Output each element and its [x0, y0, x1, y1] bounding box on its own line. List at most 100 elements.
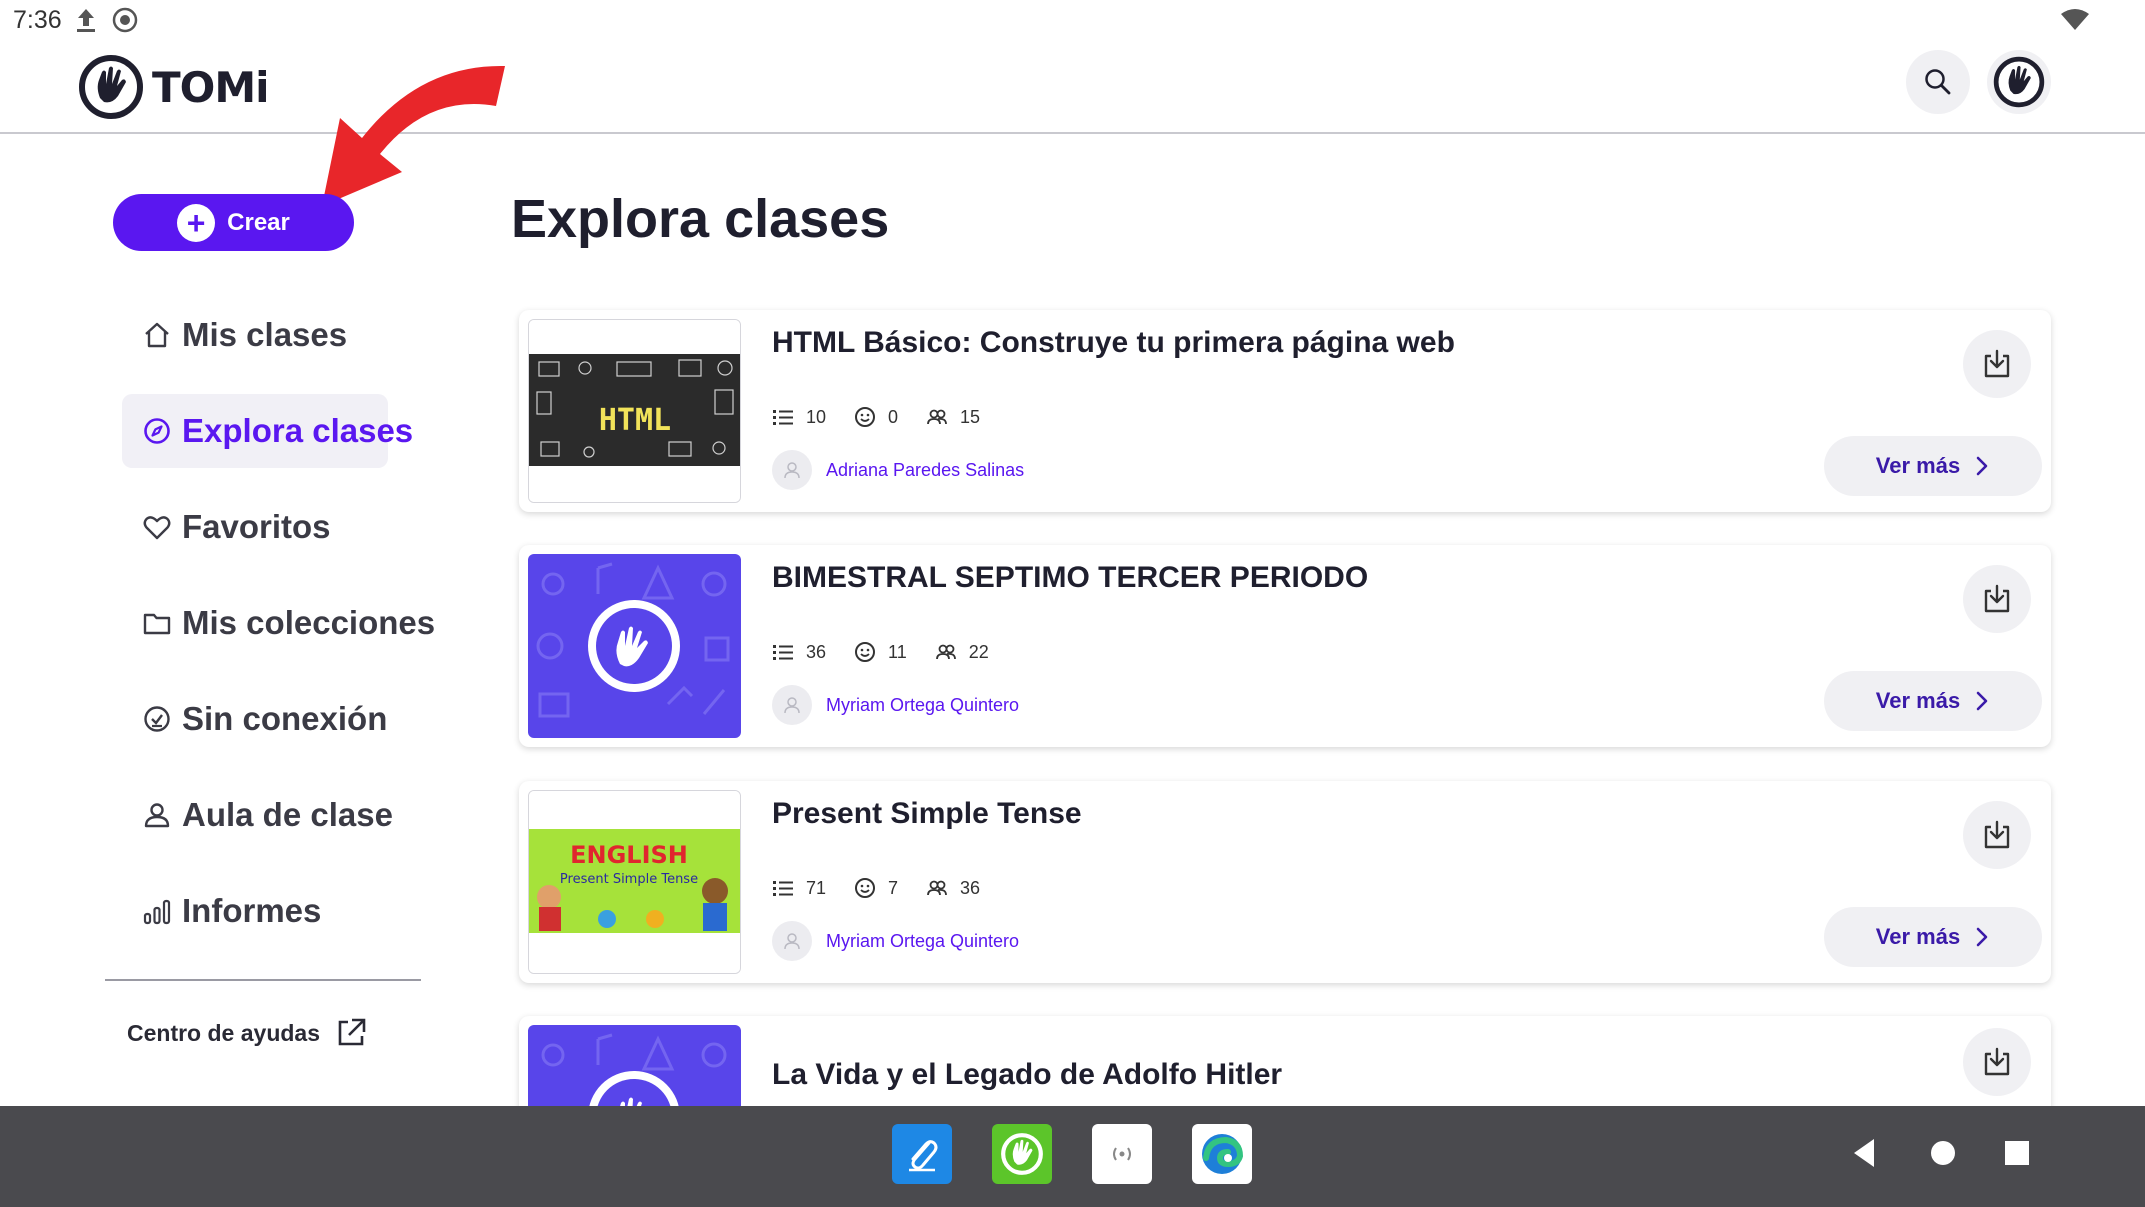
class-title[interactable]: HTML Básico: Construye tu primera página… — [772, 326, 1455, 360]
sidebar-item-explora-clases[interactable]: Explora clases — [122, 394, 413, 468]
download-icon — [1984, 1047, 2010, 1076]
class-title[interactable]: BIMESTRAL SEPTIMO TERCER PERIODO — [772, 561, 1368, 595]
class-card[interactable]: HTML HTML Básico: Construye tu primera p… — [519, 310, 2051, 512]
view-more-button[interactable]: Ver más — [1824, 436, 2042, 496]
status-bar: 7:36 — [0, 0, 2145, 40]
offline-check-icon — [144, 706, 170, 732]
sidebar-item-mis-colecciones[interactable]: Mis colecciones — [122, 586, 435, 660]
bar-chart-icon — [143, 899, 171, 925]
sidebar-item-informes[interactable]: Informes — [122, 874, 321, 948]
sidebar-item-mis-clases[interactable]: Mis clases — [122, 298, 347, 372]
page-title: Explora clases — [511, 189, 890, 249]
sidebar-item-sin-conexion[interactable]: Sin conexión — [122, 682, 387, 756]
home-nav-icon[interactable] — [1926, 1136, 1960, 1170]
users-icon — [144, 803, 170, 828]
author-avatar — [772, 921, 812, 961]
sidebar-divider — [105, 979, 421, 981]
class-thumbnail: ENGLISH Present Simple Tense — [528, 790, 741, 974]
search-button[interactable] — [1906, 50, 1970, 114]
download-button[interactable] — [1963, 801, 2031, 869]
slides-count: 10 — [772, 406, 826, 428]
view-more-label: Ver más — [1875, 453, 1961, 478]
view-more-button[interactable]: Ver más — [1824, 907, 2042, 967]
group-icon — [927, 880, 947, 896]
sidebar-item-favoritos[interactable]: Favoritos — [122, 490, 331, 564]
recents-icon[interactable] — [2000, 1136, 2034, 1170]
sidebar-item-label: Sin conexión — [182, 700, 388, 737]
sidebar-item-label: Explora clases — [182, 412, 414, 449]
paperclip-app-icon[interactable] — [892, 1124, 952, 1184]
view-more-button[interactable]: Ver más — [1824, 671, 2042, 731]
home-icon — [145, 322, 169, 348]
cast-app-icon[interactable] — [1092, 1124, 1152, 1184]
download-icon — [1984, 349, 2010, 378]
students-count: 22 — [935, 641, 989, 663]
help-center-link[interactable]: Centro de ayudas — [127, 1016, 368, 1050]
author-name: Myriam Ortega Quintero — [826, 694, 1020, 715]
class-thumbnail: HTML — [528, 319, 741, 503]
hand-logo-icon — [1993, 56, 2045, 108]
author-name: Myriam Ortega Quintero — [826, 930, 1020, 951]
author-link[interactable]: Adriana Paredes Salinas — [772, 450, 1024, 490]
sidebar-item-label: Informes — [182, 892, 322, 929]
create-button[interactable]: + Crear — [113, 194, 354, 251]
brand-name: TOMi — [152, 62, 270, 112]
slides-count: 71 — [772, 877, 826, 899]
list-icon — [773, 410, 793, 425]
download-button[interactable] — [1963, 330, 2031, 398]
heart-icon — [143, 516, 171, 540]
class-stats: 36 11 22 — [772, 641, 1017, 663]
sidebar-item-label: Mis clases — [182, 316, 348, 353]
chevron-right-icon — [1976, 691, 1988, 711]
sidebar-item-label: Aula de clase — [182, 796, 393, 833]
help-center-label: Centro de ayudas — [127, 1019, 320, 1046]
class-title[interactable]: Present Simple Tense — [772, 797, 1082, 831]
reactions-count: 7 — [854, 877, 898, 899]
students-count: 36 — [926, 877, 980, 899]
plus-icon: + — [177, 203, 216, 242]
upload-icon — [77, 9, 95, 32]
compass-icon — [144, 418, 170, 444]
hand-logo-icon — [79, 55, 143, 119]
user-icon — [784, 697, 800, 714]
annotation-arrow — [322, 65, 505, 206]
group-icon — [935, 644, 956, 660]
author-link[interactable]: Myriam Ortega Quintero — [772, 685, 1019, 725]
reactions-count: 11 — [854, 641, 907, 663]
class-card[interactable]: ENGLISH Present Simple Tense Present Sim… — [519, 781, 2051, 983]
list-icon — [773, 881, 793, 896]
reactions-count: 0 — [854, 406, 898, 428]
smiley-icon — [855, 407, 876, 427]
chevron-right-icon — [1976, 456, 1988, 476]
sidebar-item-aula-de-clase[interactable]: Aula de clase — [122, 778, 393, 852]
user-icon — [784, 462, 800, 479]
sidebar-item-label: Favoritos — [182, 508, 331, 545]
class-title[interactable]: La Vida y el Legado de Adolfo Hitler — [772, 1058, 1282, 1092]
tomi-app-icon[interactable] — [992, 1124, 1052, 1184]
external-link-icon — [338, 1018, 366, 1046]
profile-avatar-button[interactable] — [1987, 50, 2051, 114]
sidebar-item-label: Mis colecciones — [182, 604, 436, 641]
thumb-subtext: Present Simple Tense — [560, 872, 698, 887]
download-button[interactable] — [1963, 565, 2031, 633]
author-link[interactable]: Myriam Ortega Quintero — [772, 921, 1019, 961]
download-button[interactable] — [1963, 1028, 2031, 1096]
create-label: Crear — [227, 208, 290, 236]
back-icon[interactable] — [1850, 1136, 1878, 1170]
thumb-html-text: HTML — [599, 403, 671, 438]
list-icon — [773, 645, 793, 660]
download-icon — [1984, 820, 2010, 849]
view-more-label: Ver más — [1875, 688, 1961, 713]
class-card[interactable]: BIMESTRAL SEPTIMO TERCER PERIODO 36 11 2… — [519, 545, 2051, 747]
author-name: Adriana Paredes Salinas — [826, 459, 1025, 480]
slides-count: 36 — [772, 641, 826, 663]
smiley-icon — [855, 642, 876, 662]
author-avatar — [772, 685, 812, 725]
sync-icon — [112, 7, 138, 33]
author-avatar — [772, 450, 812, 490]
tomi-logo[interactable]: TOMi — [78, 54, 270, 120]
smiley-icon — [855, 878, 876, 898]
class-stats: 10 0 15 — [772, 406, 1008, 428]
folder-icon — [143, 613, 171, 635]
edge-browser-icon[interactable] — [1192, 1124, 1252, 1184]
